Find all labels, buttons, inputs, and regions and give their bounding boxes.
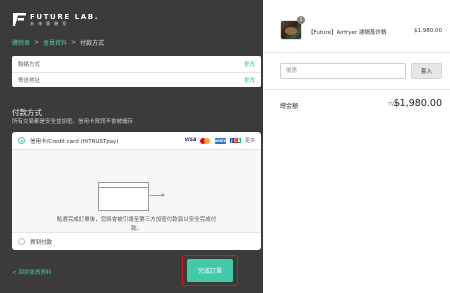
breadcrumb-member-info[interactable]: 會員資料 [43, 38, 67, 47]
contact-row: 聯絡方式 更改 [12, 56, 261, 72]
checkout-form-panel: FUTURE LAB. 未 來 實 驗 室 購物車 > 會員資料 > 付款方式 … [0, 0, 263, 293]
complete-order-highlight: 完成訂單 [182, 255, 238, 286]
change-address-link[interactable]: 更改 [244, 76, 255, 84]
breadcrumb-separator: > [71, 39, 77, 46]
discount-code-input[interactable] [280, 63, 406, 79]
breadcrumb-cart[interactable]: 購物車 [12, 38, 30, 47]
browser-window-icon [98, 182, 149, 211]
breadcrumb-separator: > [34, 39, 40, 46]
summary-divider [263, 52, 450, 53]
order-summary-panel: 1 【Future】Airfryer 濾鍋蒸炸鍋 $1,980.00 套入 總金… [263, 0, 450, 293]
redirect-note: 點選完成訂單後，您將會被引導至第三方加密付款頁以安全完成付款。 [56, 217, 217, 232]
brand-name-zh: 未 來 實 驗 室 [30, 20, 68, 26]
address-label: 寄送地址 [18, 77, 41, 84]
payment-option-cod[interactable]: 貨到付款 [12, 233, 261, 250]
total-amount: $1,980.00 [393, 98, 442, 109]
change-contact-link[interactable]: 更改 [244, 60, 255, 68]
future-lab-logo-icon [13, 13, 26, 26]
quantity-badge: 1 [297, 16, 305, 24]
amex-icon: AMEX [214, 137, 227, 144]
payment-option-credit-card[interactable]: 信用卡/Credit card (HiTRUSTpay) VISA AMEX J… [12, 132, 261, 149]
payment-methods: 信用卡/Credit card (HiTRUSTpay) VISA AMEX J… [12, 132, 261, 250]
product-thumbnail: 1 [280, 16, 305, 40]
mastercard-icon [199, 137, 211, 144]
credit-card-label: 信用卡/Credit card (HiTRUSTpay) [30, 138, 119, 145]
jcb-icon: JCB [229, 138, 241, 143]
payment-subtitle: 所有交易都是安全並加密。信用卡資訊不會被儲存 [12, 119, 134, 125]
credit-card-redirect-info: 點選完成訂單後，您將會被引導至第三方加密付款頁以安全完成付款。 [12, 149, 261, 233]
visa-icon: VISA [184, 138, 197, 143]
cod-label: 貨到付款 [30, 239, 53, 246]
redirect-arrow-icon [150, 193, 165, 197]
more-cards-label: 更多 [244, 138, 255, 144]
product-name: 【Future】Airfryer 濾鍋蒸炸鍋 [308, 30, 387, 36]
breadcrumb-payment: 付款方式 [80, 40, 105, 47]
total-label: 總金額 [280, 103, 299, 110]
contact-label: 聯絡方式 [18, 61, 41, 68]
address-row: 寄送地址 更改 [12, 71, 261, 88]
credit-card-radio[interactable] [18, 137, 25, 144]
cod-radio[interactable] [18, 238, 25, 245]
apply-discount-button[interactable]: 套入 [411, 63, 442, 79]
product-price: $1,980.00 [414, 28, 442, 34]
brand-name-en: FUTURE LAB. [30, 12, 100, 21]
shipping-info-summary: 聯絡方式 更改 寄送地址 更改 [12, 56, 261, 87]
summary-divider [263, 89, 450, 90]
card-brands: VISA AMEX JCB 更多 [185, 137, 255, 144]
brand-logo[interactable]: FUTURE LAB. 未 來 實 驗 室 [13, 13, 99, 26]
back-to-member-info-link[interactable]: < 回到會員資料 [12, 268, 51, 276]
breadcrumb: 購物車 > 會員資料 > 付款方式 [12, 38, 104, 47]
complete-order-button[interactable]: 完成訂單 [187, 259, 233, 282]
